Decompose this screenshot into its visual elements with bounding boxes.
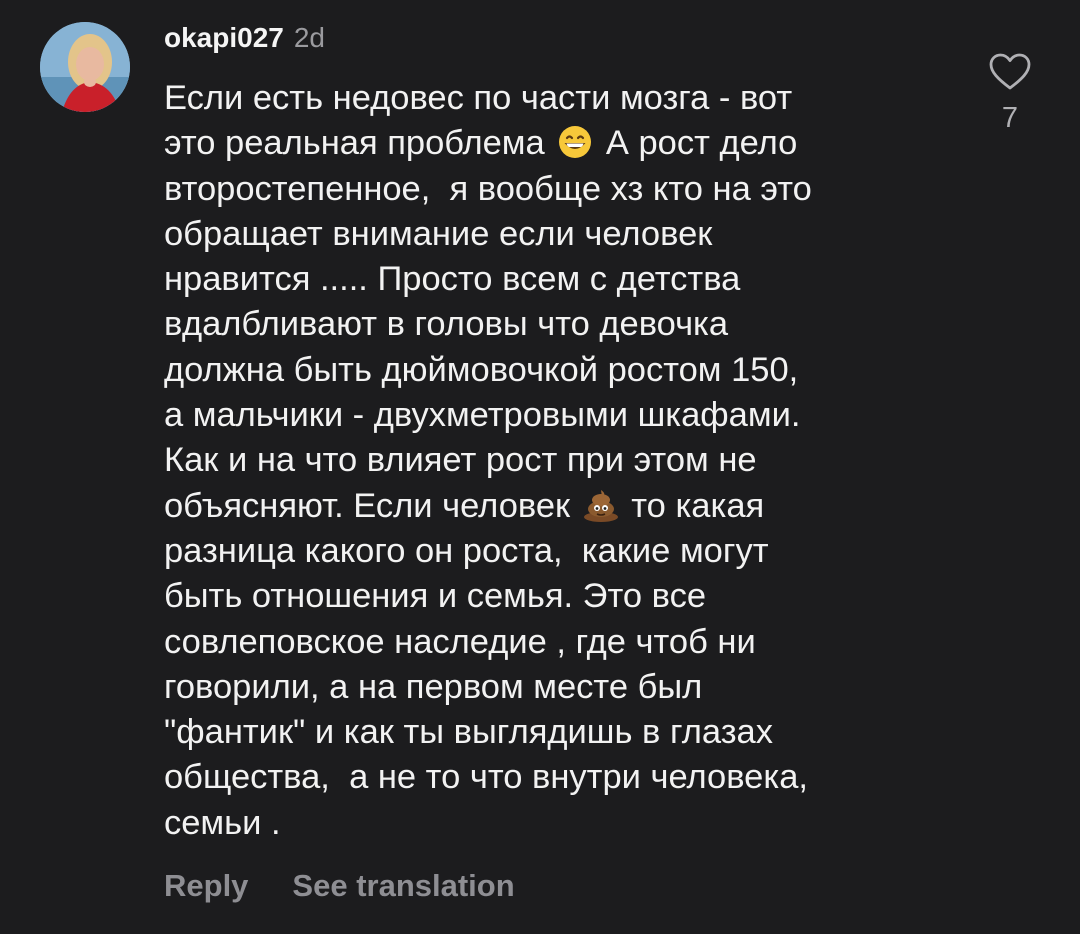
grinning-face-emoji [559, 126, 592, 159]
username[interactable]: okapi027 [164, 22, 284, 54]
comment-text: Если есть недовес по части мозга - вот э… [164, 76, 954, 846]
reply-button[interactable]: Reply [164, 868, 248, 904]
timestamp: 2d [293, 22, 326, 53]
pile-of-poo-emoji [583, 489, 618, 522]
avatar[interactable] [40, 22, 130, 112]
comment-text-part-2: А рост дело второстепенное, я вообще хз … [164, 124, 812, 525]
comment: okapi027 2d Если есть недовес по части м… [0, 0, 1080, 934]
comment-header: okapi027 2d [164, 22, 325, 62]
avatar-image [40, 22, 130, 112]
like-button[interactable]: 7 [984, 52, 1036, 135]
like-count: 7 [1001, 102, 1019, 134]
see-translation-button[interactable]: See translation [292, 868, 514, 904]
comment-actions: Reply See translation [164, 868, 515, 904]
comment-text-part-3: то какая разница какого он роста, какие … [164, 486, 808, 842]
heart-outline-icon[interactable] [988, 52, 1032, 92]
